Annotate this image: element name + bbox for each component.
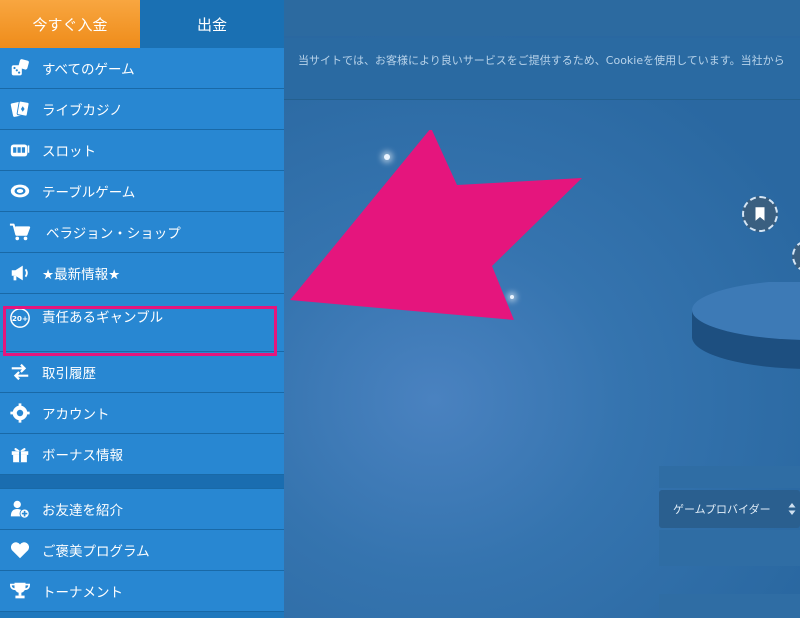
chip-icon (8, 179, 32, 203)
menu-item-label: トーナメント (42, 585, 123, 601)
content-panel (659, 466, 800, 488)
menu-item-refer-friend[interactable]: お友達を紹介 (0, 489, 284, 530)
gift-icon (8, 442, 32, 466)
heart-icon (8, 538, 32, 562)
menu-item-label: お友達を紹介 (42, 503, 123, 519)
game-badge[interactable] (792, 240, 800, 272)
menu-item-label: すべてのゲーム (42, 62, 135, 78)
cart-icon (8, 220, 32, 244)
menu-item-label: スロット (42, 144, 96, 160)
menu-item-label: ベラジョン・ショップ (46, 226, 181, 242)
transfer-icon (8, 360, 32, 384)
menu-divider (0, 475, 284, 489)
content-panel (659, 530, 800, 566)
menu-item-live-casino[interactable]: ライブカジノ (0, 89, 284, 130)
age-20-icon: 20+ (8, 306, 32, 330)
cashier-tabs: 今すぐ入金 出金 (0, 0, 284, 48)
menu-item-tournament[interactable]: トーナメント (0, 571, 284, 612)
menu-item-label: テーブルゲーム (42, 185, 136, 201)
menu-item-label: ボーナス情報 (42, 448, 123, 464)
content-panel (659, 594, 800, 618)
sort-arrows-icon (788, 503, 796, 515)
gear-icon (8, 401, 32, 425)
bookmark-icon (755, 207, 765, 221)
cookie-notice-text: 当サイトでは、お客様により良いサービスをご提供するため、Cookieを使用してい… (298, 54, 785, 67)
cards-icon (8, 97, 32, 121)
top-strip (284, 0, 800, 36)
megaphone-icon (8, 261, 32, 285)
sparkle (384, 154, 390, 160)
menu-item-table-games[interactable]: テーブルゲーム (0, 171, 284, 212)
game-badge[interactable] (742, 196, 778, 232)
menu-item-news[interactable]: ★最新情報★ (0, 253, 284, 294)
menu-item-label: アカウント (42, 407, 110, 423)
age-badge-text: 20+ (12, 314, 28, 323)
add-user-icon (8, 497, 32, 521)
cookie-notice: 当サイトでは、お客様により良いサービスをご提供するため、Cookieを使用してい… (284, 38, 800, 100)
deposit-button[interactable]: 今すぐ入金 (0, 0, 140, 48)
menu-item-label: ライブカジノ (42, 103, 123, 119)
menu-item-all-games[interactable]: すべてのゲーム (0, 48, 284, 89)
platform-graphic (692, 282, 800, 369)
menu-item-account[interactable]: アカウント (0, 393, 284, 434)
menu-item-slots[interactable]: スロット (0, 130, 284, 171)
menu-item-transaction-history[interactable]: 取引履歴 (0, 352, 284, 393)
menu-item-bonus[interactable]: ボーナス情報 (0, 434, 284, 475)
sidebar: 今すぐ入金 出金 すべてのゲーム ライブカジノ スロット テーブルゲーム ベラジ… (0, 0, 284, 618)
withdraw-button[interactable]: 出金 (140, 0, 284, 48)
menu-item-label: 責任あるギャンブル (42, 310, 164, 326)
menu-item-shop[interactable]: ベラジョン・ショップ (0, 212, 284, 253)
provider-filter-select[interactable]: ゲームプロバイダー (659, 490, 800, 528)
trophy-icon (8, 579, 32, 603)
main-content: 当サイトでは、お客様により良いサービスをご提供するため、Cookieを使用してい… (284, 0, 800, 618)
slot-machine-icon (8, 138, 32, 162)
sparkle (510, 295, 514, 299)
menu-item-label: 取引履歴 (42, 366, 96, 382)
dice-icon (8, 56, 32, 80)
menu-item-label: ★最新情報★ (42, 267, 121, 283)
provider-filter-label: ゲームプロバイダー (673, 503, 771, 516)
menu-item-responsible-gambling[interactable]: 20+ 責任あるギャンブル (0, 294, 284, 352)
menu-item-label: ご褒美プログラム (42, 544, 150, 560)
menu-item-rewards[interactable]: ご褒美プログラム (0, 530, 284, 571)
